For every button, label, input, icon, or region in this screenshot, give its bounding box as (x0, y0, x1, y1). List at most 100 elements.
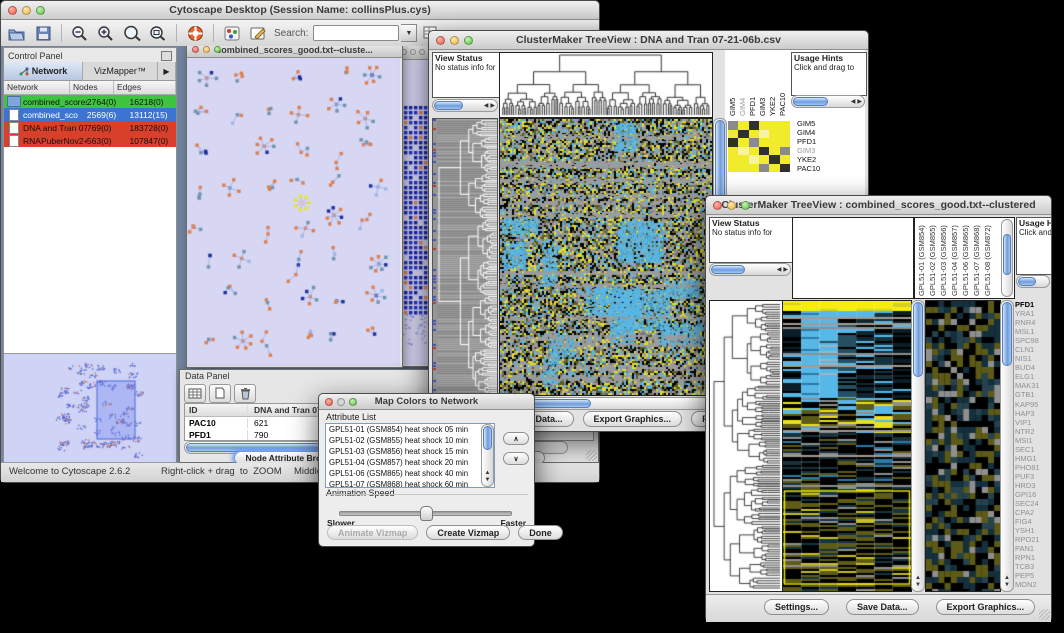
scrollbar-thumb[interactable] (1002, 302, 1012, 366)
scrollbar-thumb[interactable] (483, 426, 492, 450)
gene-label[interactable]: PUF3 (1015, 472, 1049, 481)
view-status-scrollbar[interactable]: ◀▶ (709, 263, 791, 276)
gene-label[interactable]: MSI1 (1015, 436, 1049, 445)
network-overview-canvas[interactable] (5, 355, 169, 459)
zoom-button[interactable] (214, 46, 221, 53)
main-titlebar[interactable]: Cytoscape Desktop (Session Name: collins… (1, 1, 599, 20)
gene-label[interactable]: PEP5 (1015, 571, 1049, 580)
resize-grip[interactable] (1039, 609, 1050, 620)
gene-label[interactable]: KAP95 (1015, 400, 1049, 409)
scroll-left-arrow[interactable]: ◀ (484, 102, 489, 109)
row-dendrogram-canvas[interactable] (710, 301, 782, 591)
close-button[interactable] (436, 36, 445, 45)
treeview-button[interactable]: Save Data... (846, 599, 919, 615)
search-dropdown-arrow[interactable]: ▼ (401, 24, 417, 42)
attribute-list[interactable]: GPL51-01 (GSM854) heat shock 05 minGPL51… (325, 423, 495, 488)
scrollbar-thumb[interactable] (793, 97, 828, 106)
close-button[interactable] (8, 6, 17, 15)
attribute-list-item[interactable]: GPL51-06 (GSM865) heat shock 40 min (326, 468, 494, 479)
tab-network[interactable]: Network (4, 62, 83, 80)
minimize-button[interactable] (450, 36, 459, 45)
gene-label[interactable]: MSL1 (1015, 327, 1049, 336)
gene-label[interactable]: SEC1 (1015, 445, 1049, 454)
delete-attribute-icon[interactable] (234, 384, 256, 403)
close-button[interactable] (713, 201, 722, 210)
dialog-button[interactable]: Done (518, 525, 563, 540)
attribute-list-item[interactable]: GPL51-03 (GSM856) heat shock 15 min (326, 446, 494, 457)
help-lifering-icon[interactable] (183, 23, 207, 44)
close-button[interactable] (192, 46, 199, 53)
gene-label[interactable]: SEC24 (1015, 499, 1049, 508)
gene-label[interactable]: HAP3 (1015, 409, 1049, 418)
scroll-up-arrow[interactable]: ▲ (1004, 575, 1010, 581)
gene-label[interactable]: TCB3 (1015, 562, 1049, 571)
scroll-down-arrow[interactable]: ▼ (915, 582, 921, 588)
zoom-button[interactable] (419, 49, 425, 55)
vizmapper-icon[interactable] (220, 23, 244, 44)
scrollbar-thumb[interactable] (711, 265, 745, 274)
heatmap-canvas[interactable] (500, 119, 712, 395)
zoom-out-icon[interactable] (68, 23, 92, 44)
scroll-right-arrow[interactable]: ▶ (857, 98, 862, 105)
gene-label[interactable]: CLN1 (1015, 345, 1049, 354)
save-icon[interactable] (31, 23, 55, 44)
gene-label[interactable]: ELG1 (1015, 372, 1049, 381)
animation-speed-slider[interactable] (339, 511, 512, 516)
column-header-network[interactable]: Network (4, 81, 70, 94)
gene-label[interactable]: FIG4 (1015, 517, 1049, 526)
attribute-list-item[interactable]: GPL51-02 (GSM855) heat shock 10 min (326, 435, 494, 446)
gene-label[interactable]: BUD4 (1015, 363, 1049, 372)
dialog-button[interactable]: Create Vizmap (426, 525, 510, 540)
resize-grip[interactable] (586, 450, 597, 461)
zoom-selected-icon[interactable] (120, 23, 144, 44)
scrollbar-thumb[interactable] (434, 101, 463, 110)
gene-label[interactable]: GTB1 (1015, 390, 1049, 399)
scroll-right-arrow[interactable]: ▶ (783, 266, 788, 273)
minimize-button[interactable] (337, 398, 345, 406)
minimize-button[interactable] (727, 201, 736, 210)
column-labels-vscrollbar[interactable] (1001, 219, 1013, 297)
dense-network-canvas[interactable] (398, 60, 432, 365)
search-input[interactable] (313, 25, 399, 41)
gene-label[interactable]: PAN1 (1015, 544, 1049, 553)
gene-label[interactable]: YSH1 (1015, 526, 1049, 535)
usage-hints-scrollbar[interactable] (1016, 275, 1050, 288)
gene-label[interactable]: NTR2 (1015, 427, 1049, 436)
gene-label[interactable]: PFD1 (1015, 300, 1049, 309)
gene-label[interactable]: GPI16 (1015, 490, 1049, 499)
annotation-icon[interactable] (246, 23, 270, 44)
network-list-row[interactable]: DNA and Tran 07769(0)183728(0) (4, 121, 176, 134)
scrollbar-thumb[interactable] (1018, 277, 1036, 286)
minimize-button[interactable] (203, 46, 210, 53)
network-graph-canvas[interactable] (187, 58, 400, 366)
gene-label[interactable]: NIS1 (1015, 354, 1049, 363)
scroll-down-arrow[interactable]: ▼ (485, 477, 491, 483)
scroll-up-arrow[interactable]: ▲ (915, 575, 921, 581)
move-down-button[interactable]: ∨ (503, 452, 529, 465)
gene-label[interactable]: RPN1 (1015, 553, 1049, 562)
gene-label[interactable]: VIP1 (1015, 418, 1049, 427)
scroll-right-arrow[interactable]: ▶ (490, 102, 495, 109)
gene-label[interactable]: YRA1 (1015, 309, 1049, 318)
scroll-left-arrow[interactable]: ◀ (777, 266, 782, 273)
gene-label[interactable]: HMG1 (1015, 454, 1049, 463)
column-header-nodes[interactable]: Nodes (70, 81, 114, 94)
float-panel-button[interactable] (161, 51, 172, 61)
gene-label[interactable]: HRD3 (1015, 481, 1049, 490)
slider-thumb[interactable] (420, 506, 433, 521)
select-attributes-icon[interactable] (184, 384, 206, 403)
column-header-edges[interactable]: Edges (114, 81, 176, 94)
column-dendrogram-canvas[interactable] (500, 53, 712, 117)
zoom-button[interactable] (36, 6, 45, 15)
column-dendrogram-panel[interactable] (792, 217, 914, 299)
usage-hints-scrollbar[interactable]: ◀▶ (791, 95, 865, 108)
scroll-left-arrow[interactable]: ◀ (851, 98, 856, 105)
network-list-row[interactable]: combined_scores2764(0)16218(0) (4, 95, 176, 108)
view-status-scrollbar[interactable]: ◀▶ (432, 99, 498, 112)
open-file-icon[interactable] (5, 23, 29, 44)
row-dendrogram-canvas[interactable] (433, 119, 497, 395)
scroll-up-arrow[interactable]: ▲ (485, 470, 491, 476)
minimize-button[interactable] (410, 49, 416, 55)
gene-label[interactable]: MAK31 (1015, 381, 1049, 390)
zoom-view-vscrollbar[interactable]: ▲▼ (1000, 300, 1014, 592)
